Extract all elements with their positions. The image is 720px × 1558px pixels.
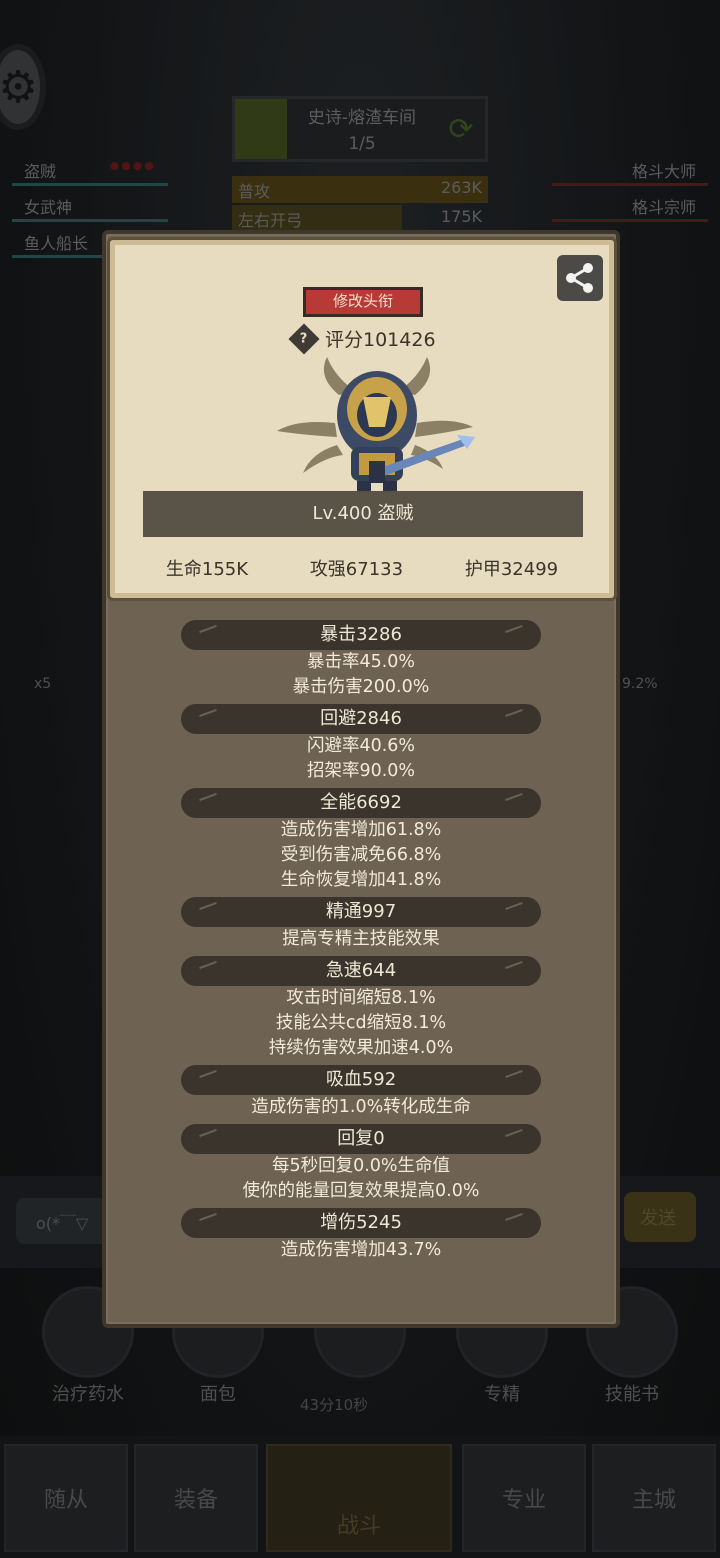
attr-header: 暴击3286 — [181, 620, 541, 650]
attr-regen: 回复0 每5秒回复0.0%生命值 使你的能量回复效果提高0.0% — [106, 1124, 616, 1204]
stat-armor: 护甲32499 — [464, 559, 559, 580]
character-detail-modal: 修改头衔 ? 评分101426 Lv.400 盗贼 生命155K 攻强67133… — [102, 230, 620, 1328]
core-stats: 生命155K 攻强67133 护甲32499 — [115, 555, 609, 581]
score-value: 评分101426 — [325, 329, 436, 351]
attr-detail: 暴击伤害200.0% — [292, 677, 430, 697]
attr-haste: 急速644 攻击时间缩短8.1% 技能公共cd缩短8.1% 持续伤害效果加速4.… — [106, 956, 616, 1061]
attr-header: 回避2846 — [181, 704, 541, 734]
attr-detail: 暴击率45.0% — [306, 652, 416, 672]
attr-detail: 造成伤害增加61.8% — [280, 820, 442, 840]
attr-header: 全能6692 — [181, 788, 541, 818]
attr-detail: 造成伤害的1.0%转化成生命 — [251, 1097, 471, 1117]
attr-detail: 攻击时间缩短8.1% — [286, 988, 436, 1008]
attr-detail: 使你的能量回复效果提高0.0% — [242, 1181, 480, 1201]
attr-detail: 技能公共cd缩短8.1% — [275, 1013, 447, 1033]
attr-detail: 造成伤害增加43.7% — [280, 1240, 442, 1260]
attr-detail: 受到伤害减免66.8% — [280, 845, 442, 865]
attr-detail: 闪避率40.6% — [306, 736, 416, 756]
attr-crit: 暴击3286 暴击率45.0% 暴击伤害200.0% — [106, 620, 616, 700]
attr-mastery: 精通997 提高专精主技能效果 — [106, 897, 616, 952]
attr-header: 回复0 — [181, 1124, 541, 1154]
attr-header: 增伤5245 — [181, 1208, 541, 1238]
attr-header: 急速644 — [181, 956, 541, 986]
score-row: ? 评分101426 — [288, 322, 436, 355]
attr-versatility: 全能6692 造成伤害增加61.8% 受到伤害减免66.8% 生命恢复增加41.… — [106, 788, 616, 893]
attr-avoidance: 回避2846 闪避率40.6% 招架率90.0% — [106, 704, 616, 784]
attr-detail: 招架率90.0% — [306, 761, 416, 781]
attr-detail: 生命恢复增加41.8% — [280, 870, 442, 890]
attr-header: 吸血592 — [181, 1065, 541, 1095]
attr-damage-bonus: 增伤5245 造成伤害增加43.7% — [106, 1208, 616, 1263]
character-portrait — [277, 357, 475, 493]
attr-detail: 持续伤害效果加速4.0% — [268, 1038, 454, 1058]
attr-detail: 提高专精主技能效果 — [282, 929, 440, 949]
edit-title-button[interactable]: 修改头衔 — [303, 287, 423, 317]
character-card: 修改头衔 ? 评分101426 Lv.400 盗贼 生命155K 攻强67133… — [110, 240, 614, 598]
stat-attack-power: 攻强67133 — [309, 559, 404, 580]
attribute-list: 暴击3286 暴击率45.0% 暴击伤害200.0% 回避2846 闪避率40.… — [106, 620, 616, 1267]
share-button[interactable] — [557, 255, 603, 301]
stat-hp: 生命155K — [165, 559, 249, 580]
share-icon — [566, 263, 593, 293]
level-name-bar: Lv.400 盗贼 — [143, 491, 583, 537]
attr-detail: 每5秒回复0.0%生命值 — [271, 1156, 451, 1176]
attr-lifesteal: 吸血592 造成伤害的1.0%转化成生命 — [106, 1065, 616, 1120]
attr-header: 精通997 — [181, 897, 541, 927]
help-icon[interactable]: ? — [288, 322, 320, 355]
